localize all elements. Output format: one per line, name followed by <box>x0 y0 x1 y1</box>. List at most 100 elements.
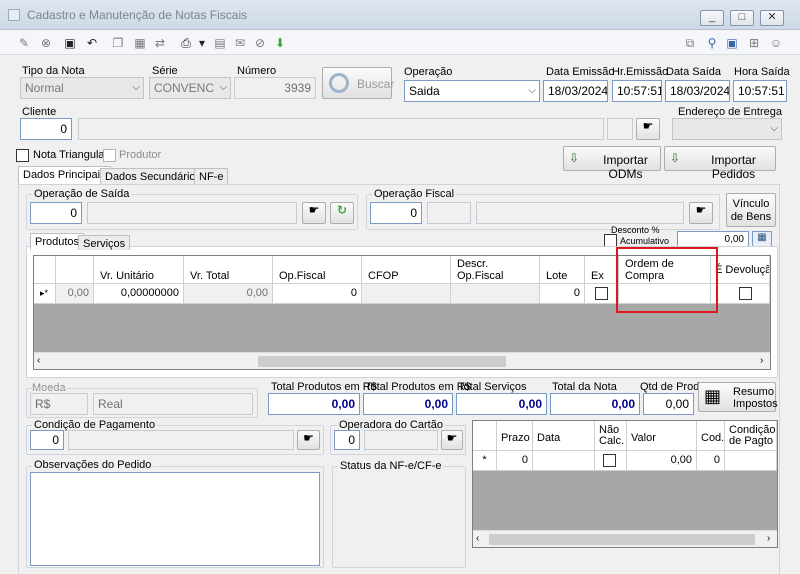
moeda-name-field[interactable]: Real <box>93 393 253 415</box>
screen-icon[interactable]: ⧉ <box>682 35 698 51</box>
observacoes-textarea[interactable] <box>30 472 320 566</box>
operacao-fiscal-cfop-field[interactable] <box>427 202 471 224</box>
serie-select[interactable]: CONVENC ⌵ <box>149 77 231 99</box>
cell-lote[interactable]: 0 <box>540 284 585 304</box>
scroll-left-icon[interactable]: ‹ <box>476 533 479 544</box>
col-header-op-fiscal[interactable]: Op.Fiscal <box>273 256 362 284</box>
col-header-cfop[interactable]: CFOP <box>362 256 451 284</box>
tab-dados-secundarios[interactable]: Dados Secundários <box>100 168 207 185</box>
scroll-right-icon[interactable]: › <box>760 355 763 366</box>
document-icon[interactable]: ▤ <box>212 35 228 51</box>
user-icon[interactable]: ☺ <box>768 35 784 51</box>
operacao-saida-name-field[interactable] <box>87 202 297 224</box>
scroll-thumb[interactable] <box>489 534 755 545</box>
maximize-button[interactable]: □ <box>730 10 754 26</box>
minimize-button[interactable]: _ <box>700 10 724 26</box>
qtd-prod-field[interactable]: 0,00 <box>643 393 694 415</box>
nao-calc-checkbox[interactable] <box>603 454 616 467</box>
moeda-code-field[interactable]: R$ <box>30 393 88 415</box>
data-emissao-field[interactable]: 18/03/2024 <box>543 80 608 102</box>
endereco-entrega-select[interactable]: ⌵ <box>672 118 782 140</box>
total-produtos-field[interactable]: 0,00 <box>268 393 360 415</box>
operadora-search-button[interactable]: ☛ <box>441 430 463 450</box>
tab-nfe[interactable]: NF-e <box>194 168 229 185</box>
cliente-extra-field[interactable] <box>607 118 633 140</box>
cliente-search-button[interactable]: ☛ <box>636 118 660 140</box>
importar-odms-button[interactable]: ⇩ Importar ODMs <box>563 146 661 181</box>
total-produtos2-field[interactable]: 0,00 <box>363 393 453 415</box>
tab-servicos[interactable]: Serviços <box>78 235 131 250</box>
total-servicos-field[interactable]: 0,00 <box>456 393 547 415</box>
hora-saida-field[interactable]: 10:57:51 <box>733 80 787 102</box>
importar-pedidos-button[interactable]: ⇩ Importar Pedidos <box>664 146 776 181</box>
cell-vr-unitario[interactable]: 0,00000000 <box>94 284 184 304</box>
save-icon[interactable]: ▣ <box>62 35 78 51</box>
cell-ex[interactable] <box>585 284 619 304</box>
hr-emissao-field[interactable]: 10:57:51 <box>612 80 662 102</box>
inst-cell-data[interactable] <box>533 451 595 471</box>
inst-cell-prazo[interactable]: 0 <box>497 451 533 471</box>
operacao-select[interactable]: Saida ⌵ <box>404 80 540 102</box>
operadora-name-field[interactable] <box>364 430 438 450</box>
produtor-checkbox[interactable] <box>103 149 116 162</box>
installments-hscrollbar[interactable]: ‹ › <box>473 530 777 547</box>
calc-icon[interactable]: ▦ <box>132 35 148 51</box>
inst-col-nao-calc[interactable]: Não Calc. <box>595 421 627 451</box>
col-header-ex[interactable]: Ex <box>585 256 619 284</box>
tab-produtos[interactable]: Produtos <box>30 233 85 250</box>
col-header-vr-unitario[interactable]: Vr. Unitário <box>94 256 184 284</box>
col-header-vr-total[interactable]: Vr. Total <box>184 256 273 284</box>
operacao-fiscal-search-button[interactable]: ☛ <box>689 202 713 224</box>
total-nota-field[interactable]: 0,00 <box>550 393 640 415</box>
close-button[interactable]: ✕ <box>760 10 784 26</box>
numero-field[interactable]: 3939 <box>234 77 316 99</box>
search-tool-icon[interactable]: ⚲ <box>704 35 720 51</box>
inst-col-cod[interactable]: Cod. <box>697 421 725 451</box>
inst-col-data[interactable]: Data <box>533 421 595 451</box>
inst-col-valor[interactable]: Valor <box>627 421 697 451</box>
data-saida-field[interactable]: 18/03/2024 <box>665 80 730 102</box>
nota-triangular-checkbox[interactable] <box>16 149 29 162</box>
condicao-code-field[interactable]: 0 <box>30 430 64 450</box>
cell-descr-op-fiscal[interactable] <box>451 284 540 304</box>
operacao-saida-search-button[interactable]: ☛ <box>302 202 326 224</box>
export-icon[interactable]: ⊞ <box>746 35 762 51</box>
edit-icon[interactable]: ✎ <box>16 35 32 51</box>
block-icon[interactable]: ⊘ <box>252 35 268 51</box>
operacao-saida-code-field[interactable]: 0 <box>30 202 82 224</box>
col-header-lote[interactable]: Lote <box>540 256 585 284</box>
copy-icon[interactable]: ❐ <box>110 35 126 51</box>
operacao-fiscal-name-field[interactable] <box>476 202 684 224</box>
inst-col-prazo[interactable]: Prazo <box>497 421 533 451</box>
cancel-icon[interactable]: ⊗ <box>38 35 54 51</box>
col-header-descr-op-fiscal[interactable]: Descr. Op.Fiscal <box>451 256 540 284</box>
cell-cfop[interactable] <box>362 284 451 304</box>
inst-cell-condicao[interactable] <box>725 451 777 471</box>
scroll-thumb[interactable] <box>258 356 506 367</box>
vinculo-bens-button[interactable]: Vínculo de Bens <box>726 193 776 227</box>
mail-icon[interactable]: ✉ <box>232 35 248 51</box>
inst-cell-nao-calc[interactable] <box>595 451 627 471</box>
refresh-button[interactable]: ↻ <box>330 202 354 224</box>
devolucao-checkbox[interactable] <box>739 287 752 300</box>
tipo-nota-select[interactable]: Normal ⌵ <box>20 77 144 99</box>
print-dropdown-icon[interactable]: ▾ <box>194 35 210 51</box>
cell-vr-total[interactable]: 0,00 <box>184 284 273 304</box>
tab-dados-principais[interactable]: Dados Principais <box>18 166 111 185</box>
ex-checkbox[interactable] <box>595 287 608 300</box>
operadora-code-field[interactable]: 0 <box>334 430 360 450</box>
scroll-right-icon[interactable]: › <box>767 533 770 544</box>
undo-icon[interactable]: ↶ <box>84 35 100 51</box>
resumo-impostos-button[interactable]: ▦ Resumo Impostos <box>698 382 778 412</box>
cliente-name-field[interactable] <box>78 118 604 140</box>
condicao-search-button[interactable]: ☛ <box>297 430 320 450</box>
transfer-icon[interactable]: ⇄ <box>152 35 168 51</box>
print-icon[interactable]: ⎙ <box>178 35 194 51</box>
col-header-devolucao[interactable]: É Devolução <box>711 256 770 284</box>
cell-first[interactable]: 0,00 <box>56 284 94 304</box>
inst-cell-cod[interactable]: 0 <box>697 451 725 471</box>
scroll-left-icon[interactable]: ‹ <box>37 355 40 366</box>
inst-col-condicao[interactable]: Condição de Pagto <box>725 421 777 451</box>
monitor-icon[interactable]: ▣ <box>724 35 740 51</box>
cell-op-fiscal[interactable]: 0 <box>273 284 362 304</box>
